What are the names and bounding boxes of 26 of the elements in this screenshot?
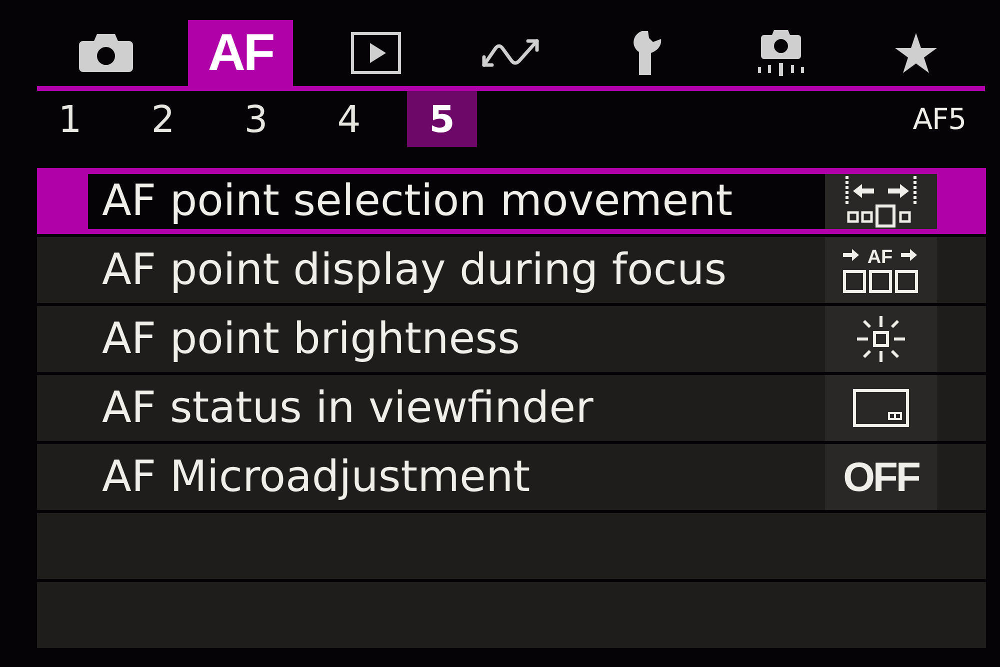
page-tab[interactable]: 4: [314, 91, 384, 147]
page-tab[interactable]: 2: [128, 91, 198, 147]
menu-label: AF status in viewfinder: [101, 386, 594, 430]
menu-row[interactable]: AF Microadjustment OFF: [37, 444, 986, 510]
wave-arrow-icon: [480, 37, 542, 69]
camera-dots-icon: [756, 30, 804, 76]
page-tab[interactable]: 5: [407, 91, 477, 147]
menu-row[interactable]: AF point selection movement: [37, 168, 986, 234]
brightness-icon: [856, 316, 906, 362]
movement-arrows-icon: [845, 176, 917, 228]
menu-label: AF point brightness: [101, 318, 521, 360]
star-icon: [894, 33, 936, 73]
camera-icon: [78, 34, 132, 72]
menu-row[interactable]: AF status in viewfinder: [37, 375, 986, 441]
value-text: OFF: [843, 456, 919, 498]
page-tab[interactable]: 1: [35, 91, 105, 147]
play-icon: [350, 32, 400, 74]
menu-label: AF point selection movement: [101, 180, 734, 223]
menu-row[interactable]: AF point display during focus AF: [37, 237, 986, 303]
page-label: AF5: [912, 104, 966, 134]
menu-label: AF Microadjustment: [101, 456, 532, 498]
menu-tab[interactable]: AF: [188, 20, 293, 86]
page-tab[interactable]: 3: [221, 91, 291, 147]
menu-label: AF point display during focus: [101, 248, 728, 292]
viewfinder-icon: [853, 389, 909, 427]
menu-row[interactable]: AF point brightness: [37, 306, 986, 372]
